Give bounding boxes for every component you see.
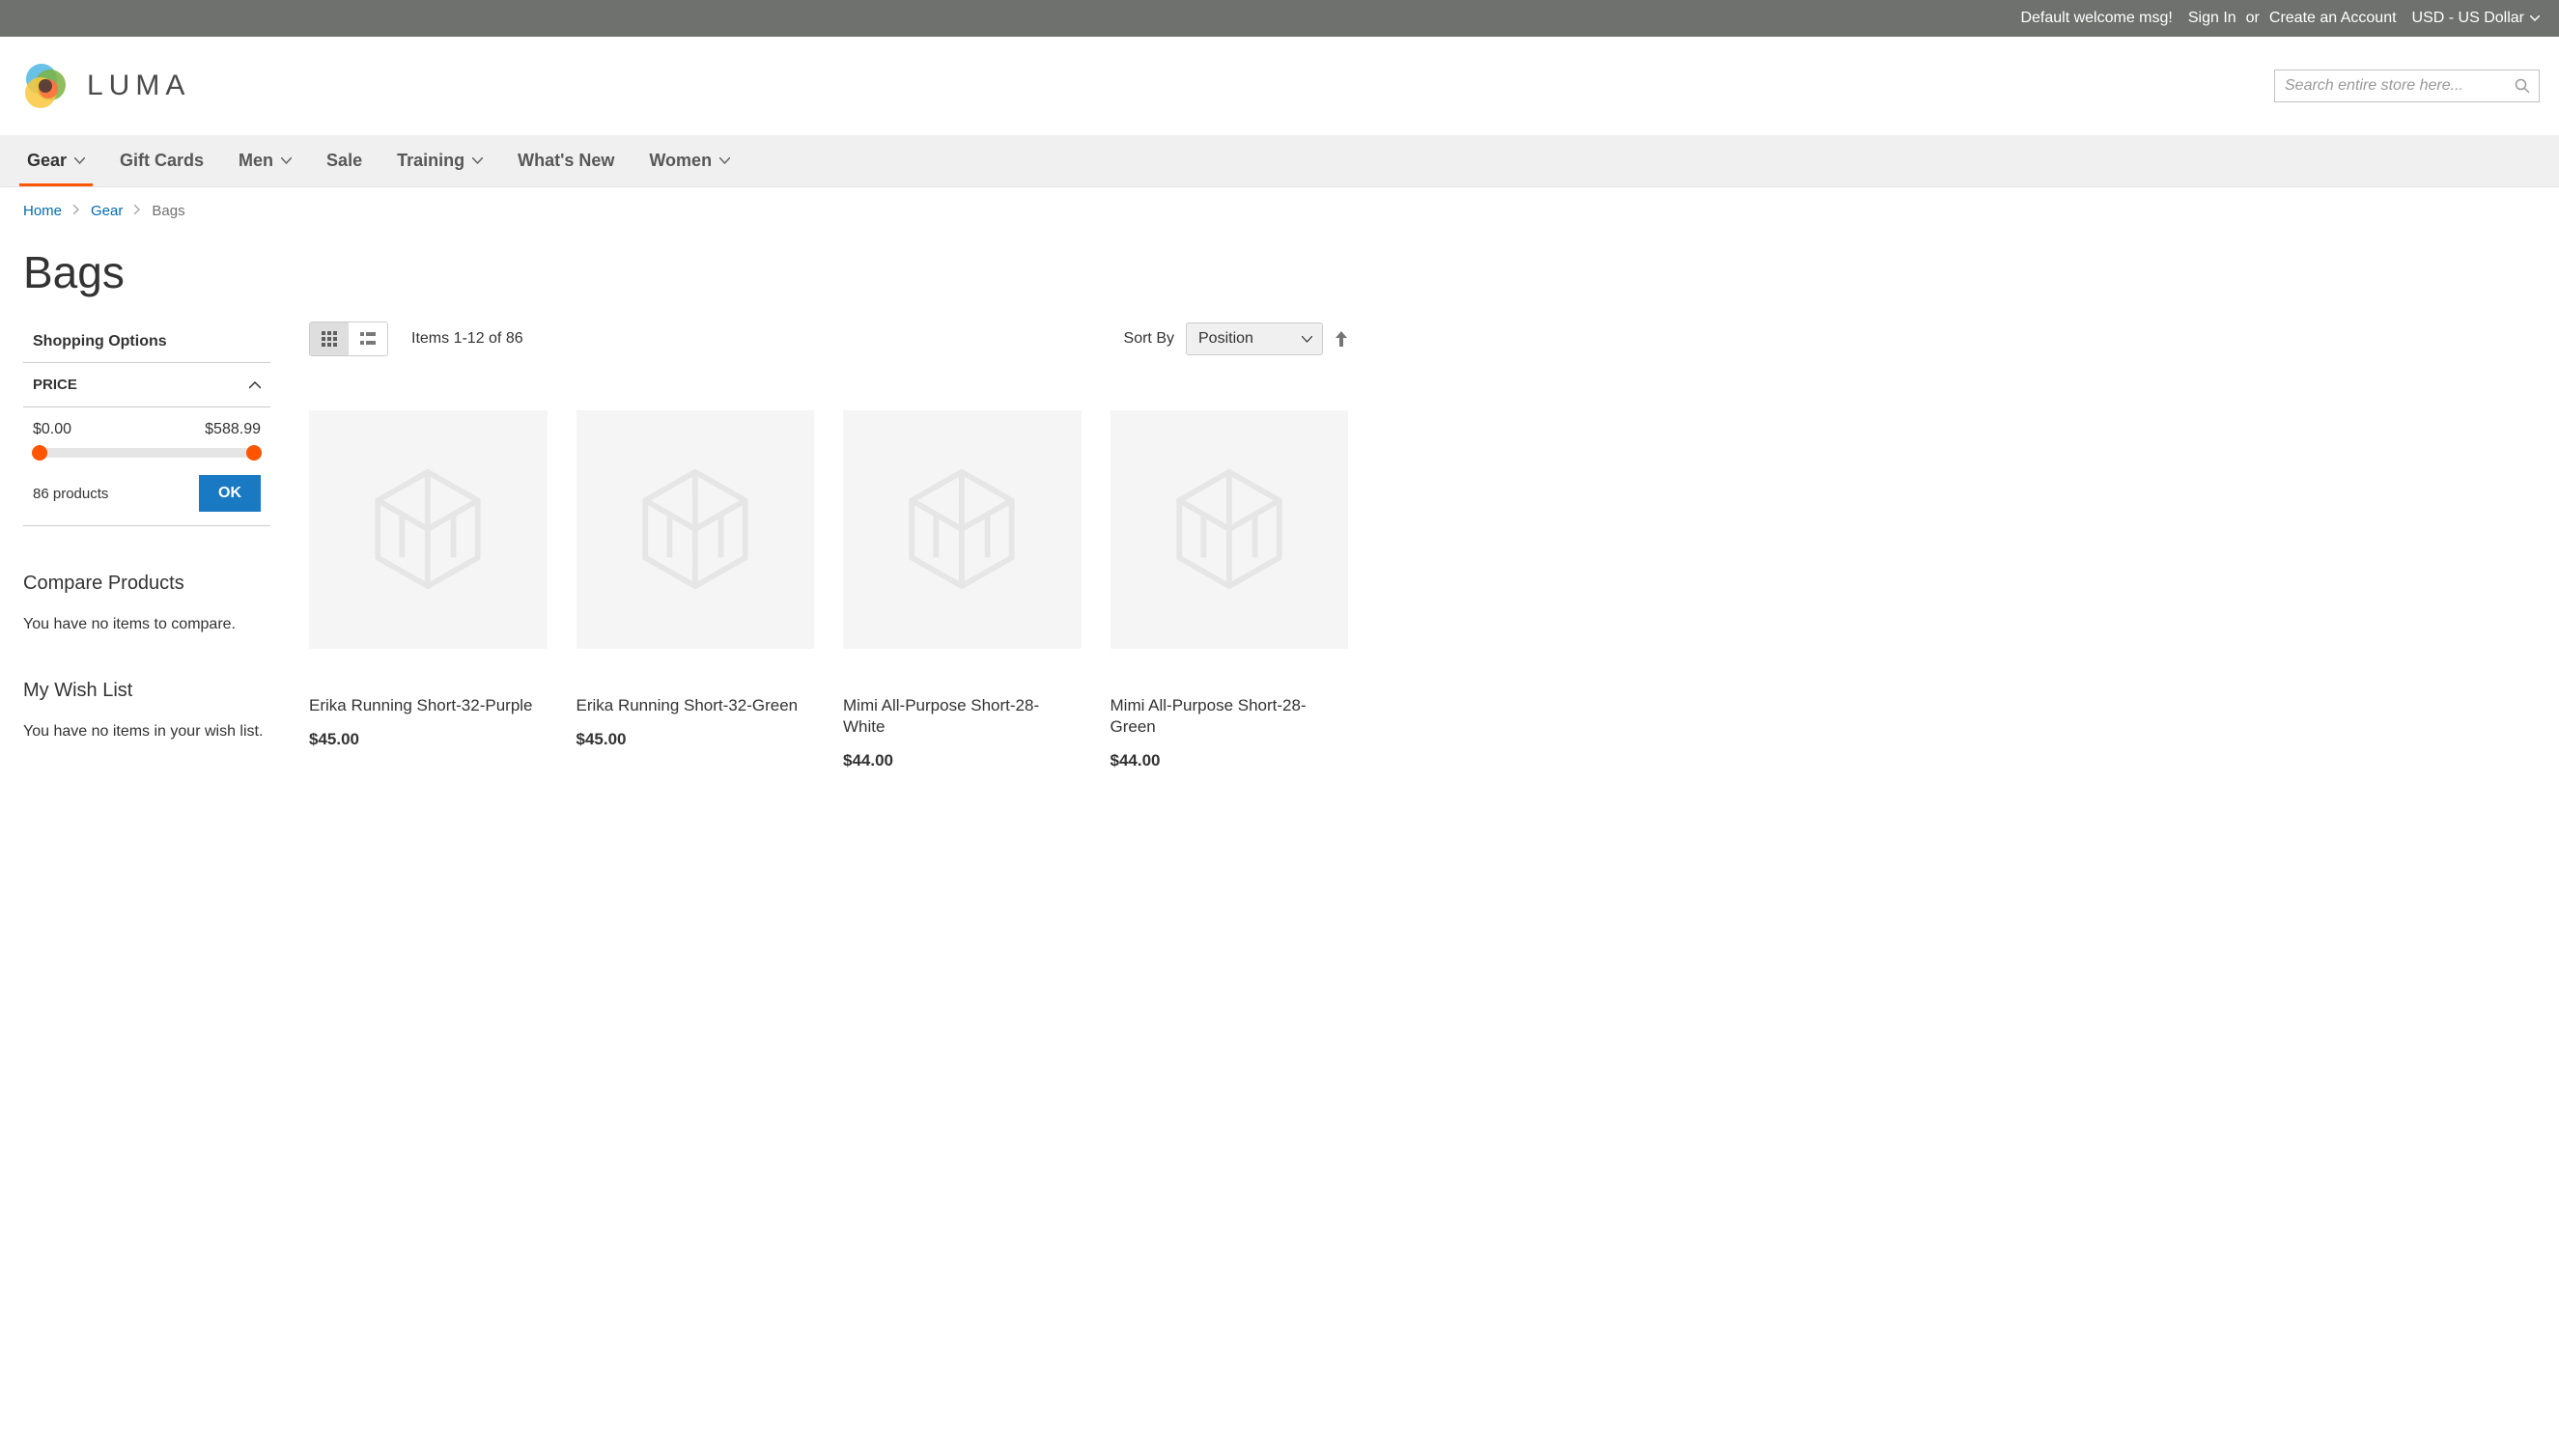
product-name[interactable]: Erika Running Short-32-Purple	[309, 695, 548, 716]
main-nav: Gear Gift Cards Men Sale Training What's New W…	[0, 135, 2559, 187]
chevron-down-icon	[281, 157, 292, 164]
product-item: Mimi All-Purpose Short-28-White $44.00	[843, 410, 1082, 770]
nav-label: Sale	[326, 151, 362, 171]
product-name[interactable]: Mimi All-Purpose Short-28-Green	[1111, 695, 1349, 738]
nav-link[interactable]: Sale	[309, 135, 380, 186]
search-input[interactable]	[2274, 70, 2540, 102]
price-slider-handle-min[interactable]	[32, 445, 47, 461]
nav-label: Men	[239, 151, 273, 171]
product-price: $44.00	[1111, 751, 1349, 770]
grid-view-button[interactable]	[310, 322, 349, 355]
price-slider[interactable]	[33, 448, 261, 458]
breadcrumb-current: Bags	[152, 203, 184, 219]
chevron-right-icon	[134, 205, 140, 217]
product-item: Erika Running Short-32-Green $45.00	[576, 410, 815, 770]
wishlist-title: My Wish List	[23, 680, 270, 702]
nav-item-gift-cards[interactable]: Gift Cards	[102, 135, 221, 186]
nav-label: Gear	[27, 151, 67, 171]
nav-item-gear[interactable]: Gear	[10, 135, 102, 186]
sign-in-link[interactable]: Sign In	[2188, 10, 2236, 27]
shopping-options-title: Shopping Options	[23, 322, 270, 363]
toolbar: Items 1-12 of 86 Sort By Position	[309, 322, 1348, 356]
product-price: $45.00	[576, 730, 815, 749]
price-filter-title[interactable]: PRICE	[23, 363, 270, 407]
product-image[interactable]	[576, 410, 815, 649]
sort-by-label: Sort By	[1124, 330, 1174, 348]
create-account-link[interactable]: Create an Account	[2269, 10, 2397, 27]
product-item: Erika Running Short-32-Purple $45.00	[309, 410, 548, 770]
price-max: $588.99	[205, 421, 261, 438]
compare-products-title: Compare Products	[23, 573, 270, 595]
breadcrumb-item: Bags	[152, 203, 184, 219]
welcome-message: Default welcome msg!	[2020, 10, 2172, 27]
product-name[interactable]: Mimi All-Purpose Short-28-White	[843, 695, 1082, 738]
sort-direction-button[interactable]	[1335, 331, 1348, 347]
breadcrumb-item: Home	[23, 203, 62, 219]
chevron-down-icon	[472, 157, 483, 164]
compare-products-empty: You have no items to compare.	[23, 616, 270, 633]
currency-switcher[interactable]: USD - US Dollar	[2412, 10, 2540, 27]
nav-label: Women	[649, 151, 712, 171]
breadcrumbs: Home Gear Bags	[0, 187, 2559, 235]
chevron-right-icon	[73, 205, 79, 217]
logo-text: LUMA	[87, 70, 190, 102]
logo-icon	[19, 60, 71, 112]
header: LUMA	[0, 37, 2559, 135]
product-item: Mimi All-Purpose Short-28-Green $44.00	[1111, 410, 1349, 770]
list-icon	[360, 331, 376, 347]
or-text: or	[2246, 10, 2260, 27]
nav-item-men[interactable]: Men	[221, 135, 309, 186]
sidebar: Shopping Options PRICE $0.00 $588.99 86 …	[23, 322, 270, 770]
product-image[interactable]	[309, 410, 548, 649]
price-ok-button[interactable]: OK	[199, 475, 261, 512]
toolbar-amount: Items 1-12 of 86	[411, 330, 523, 348]
nav-item-women[interactable]: Women	[632, 135, 747, 186]
panel-header: Default welcome msg! Sign In or Create a…	[0, 0, 2559, 37]
price-filter-label: PRICE	[33, 377, 77, 393]
grid-icon	[322, 331, 337, 347]
chevron-up-icon	[249, 381, 261, 389]
page-title: Bags	[0, 235, 2559, 322]
product-price: $45.00	[309, 730, 548, 749]
price-filter-content: $0.00 $588.99 86 products OK	[23, 407, 270, 526]
nav-link[interactable]: Training	[380, 135, 500, 186]
search-wrapper	[2274, 70, 2540, 102]
price-slider-handle-max[interactable]	[246, 445, 262, 461]
breadcrumb-link[interactable]: Gear	[91, 203, 123, 219]
product-name[interactable]: Erika Running Short-32-Green	[576, 695, 815, 716]
chevron-down-icon	[2530, 15, 2540, 21]
logo[interactable]: LUMA	[19, 60, 190, 112]
chevron-down-icon	[719, 157, 730, 164]
price-min: $0.00	[33, 421, 71, 438]
nav-label: Training	[397, 151, 464, 171]
product-price: $44.00	[843, 751, 1082, 770]
breadcrumb-link[interactable]: Home	[23, 203, 62, 219]
nav-link[interactable]: Men	[221, 135, 309, 186]
breadcrumb-item: Gear	[91, 203, 123, 219]
product-image[interactable]	[843, 410, 1082, 649]
nav-label: Gift Cards	[120, 151, 204, 171]
sort-select[interactable]: Position	[1186, 322, 1323, 355]
chevron-down-icon	[74, 157, 85, 164]
chevron-down-icon	[1302, 336, 1312, 343]
search-icon[interactable]	[2515, 78, 2530, 94]
wishlist-empty: You have no items in your wish list.	[23, 723, 270, 741]
products-grid: Erika Running Short-32-Purple $45.00 Erik…	[309, 410, 1348, 770]
main-column: Items 1-12 of 86 Sort By Position Erika …	[309, 322, 1348, 770]
view-mode-switcher	[309, 322, 388, 356]
currency-label: USD - US Dollar	[2412, 10, 2524, 27]
product-image[interactable]	[1111, 410, 1349, 649]
nav-item-what-s-new[interactable]: What's New	[500, 135, 632, 186]
sort-value: Position	[1198, 330, 1253, 348]
nav-link[interactable]: What's New	[500, 135, 632, 186]
nav-link[interactable]: Gift Cards	[102, 135, 221, 186]
price-product-count: 86 products	[33, 486, 108, 502]
nav-link[interactable]: Women	[632, 135, 747, 186]
nav-link[interactable]: Gear	[10, 135, 102, 186]
nav-item-sale[interactable]: Sale	[309, 135, 380, 186]
list-view-button[interactable]	[349, 322, 387, 355]
nav-label: What's New	[518, 151, 614, 171]
nav-item-training[interactable]: Training	[380, 135, 500, 186]
